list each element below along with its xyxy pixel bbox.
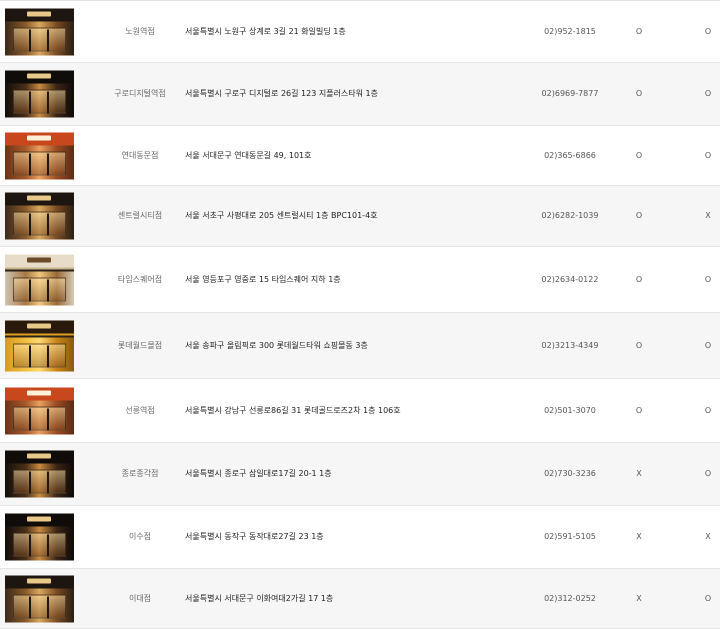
store-option-b: O	[704, 89, 712, 98]
store-name: 이수점	[128, 532, 152, 541]
store-row[interactable]: 이수점 서울특별시 동작구 동작대로27길 23 1층 02)591-5105 …	[0, 506, 720, 569]
store-phone: 02)952-1815	[544, 26, 596, 36]
store-list-table: 노원역점 서울특별시 노원구 상계로 3길 21 화일빌딩 1층 02)952-…	[0, 0, 720, 629]
store-address: 서울 서초구 사평대로 205 센트럴시티 1층 BPC101-4호	[185, 211, 378, 220]
store-option-a: O	[635, 89, 643, 98]
store-row[interactable]: 종로종각점 서울특별시 종로구 삼일대로17길 20-1 1층 02)730-3…	[0, 443, 720, 506]
store-option-b: X	[705, 211, 711, 220]
store-option-a: O	[635, 150, 643, 160]
store-row[interactable]: 선릉역점 서울특별시 강남구 선릉로86길 31 롯데골드로즈2차 1층 106…	[0, 379, 720, 443]
store-thumbnail[interactable]	[5, 513, 74, 561]
store-thumbnail[interactable]	[5, 575, 74, 622]
store-option-a: X	[636, 469, 642, 478]
store-option-a: X	[636, 532, 642, 541]
store-name: 선릉역점	[125, 405, 155, 415]
store-address: 서울특별시 노원구 상계로 3길 21 화일빌딩 1층	[185, 26, 346, 36]
store-phone: 02)312-0252	[544, 593, 596, 603]
store-option-a: O	[635, 26, 643, 36]
store-option-b: O	[704, 150, 712, 160]
store-option-a: X	[636, 593, 642, 603]
store-thumbnail[interactable]	[5, 8, 74, 55]
store-thumbnail[interactable]	[5, 254, 74, 305]
store-name: 노원역점	[125, 26, 155, 36]
store-phone: 02)6282-1039	[541, 211, 599, 220]
store-phone: 02)3213-4349	[541, 340, 599, 350]
store-address: 서울특별시 종로구 삼일대로17길 20-1 1층	[185, 469, 332, 478]
store-name: 센트럴시티점	[117, 211, 163, 220]
store-option-a: O	[635, 211, 643, 220]
store-name: 이대점	[128, 593, 152, 603]
store-option-a: O	[635, 274, 643, 284]
store-name: 롯데월드몰점	[117, 340, 163, 350]
store-phone: 02)2634-0122	[541, 274, 599, 284]
store-phone: 02)501-3070	[544, 405, 596, 415]
store-row[interactable]: 센트럴시티점 서울 서초구 사평대로 205 센트럴시티 1층 BPC101-4…	[0, 186, 720, 247]
store-row[interactable]: 롯데월드몰점 서울 송파구 올림픽로 300 롯데월드타워 쇼핑몰동 3층 02…	[0, 313, 720, 379]
store-row[interactable]: 구로디지털역점 서울특별시 구로구 디지털로 26길 123 지플러스타워 1층…	[0, 63, 720, 126]
store-thumbnail[interactable]	[5, 387, 74, 434]
store-address: 서울 서대문구 연대동문길 49, 101호	[185, 150, 312, 160]
store-option-b: O	[704, 405, 712, 415]
store-option-b: X	[705, 532, 711, 541]
store-option-b: O	[704, 340, 712, 350]
store-option-b: O	[704, 593, 712, 603]
store-name: 종로종각점	[121, 469, 159, 478]
store-row[interactable]: 연대동문점 서울 서대문구 연대동문길 49, 101호 02)365-6866…	[0, 126, 720, 186]
store-phone: 02)591-5105	[544, 532, 596, 541]
store-option-b: O	[704, 26, 712, 36]
store-address: 서울특별시 동작구 동작대로27길 23 1층	[185, 532, 324, 541]
store-row[interactable]: 노원역점 서울특별시 노원구 상계로 3길 21 화일빌딩 1층 02)952-…	[0, 1, 720, 63]
store-name: 연대동문점	[121, 150, 159, 160]
store-phone: 02)6969-7877	[541, 89, 599, 98]
store-address: 서울특별시 구로구 디지털로 26길 123 지플러스타워 1층	[185, 89, 378, 98]
store-thumbnail[interactable]	[5, 192, 74, 240]
store-address: 서울 송파구 올림픽로 300 롯데월드타워 쇼핑몰동 3층	[185, 340, 368, 350]
store-option-a: O	[635, 340, 643, 350]
store-name: 구로디지털역점	[114, 89, 166, 98]
store-thumbnail[interactable]	[5, 450, 74, 498]
store-address: 서울 영등포구 영중로 15 타임스퀘어 지하 1층	[185, 274, 341, 284]
store-row[interactable]: 타임스퀘어점 서울 영등포구 영중로 15 타임스퀘어 지하 1층 02)263…	[0, 247, 720, 313]
store-name: 타임스퀘어점	[117, 274, 163, 284]
store-option-b: O	[704, 469, 712, 478]
store-thumbnail[interactable]	[5, 132, 74, 179]
store-address: 서울특별시 서대문구 이화여대2가길 17 1층	[185, 593, 334, 603]
store-phone: 02)730-3236	[544, 469, 596, 478]
store-option-a: O	[635, 405, 643, 415]
store-option-b: O	[704, 274, 712, 284]
store-thumbnail[interactable]	[5, 70, 74, 118]
store-phone: 02)365-6866	[544, 150, 596, 160]
store-thumbnail[interactable]	[5, 320, 74, 371]
store-row[interactable]: 이대점 서울특별시 서대문구 이화여대2가길 17 1층 02)312-0252…	[0, 569, 720, 629]
store-address: 서울특별시 강남구 선릉로86길 31 롯데골드로즈2차 1층 106호	[185, 405, 401, 415]
